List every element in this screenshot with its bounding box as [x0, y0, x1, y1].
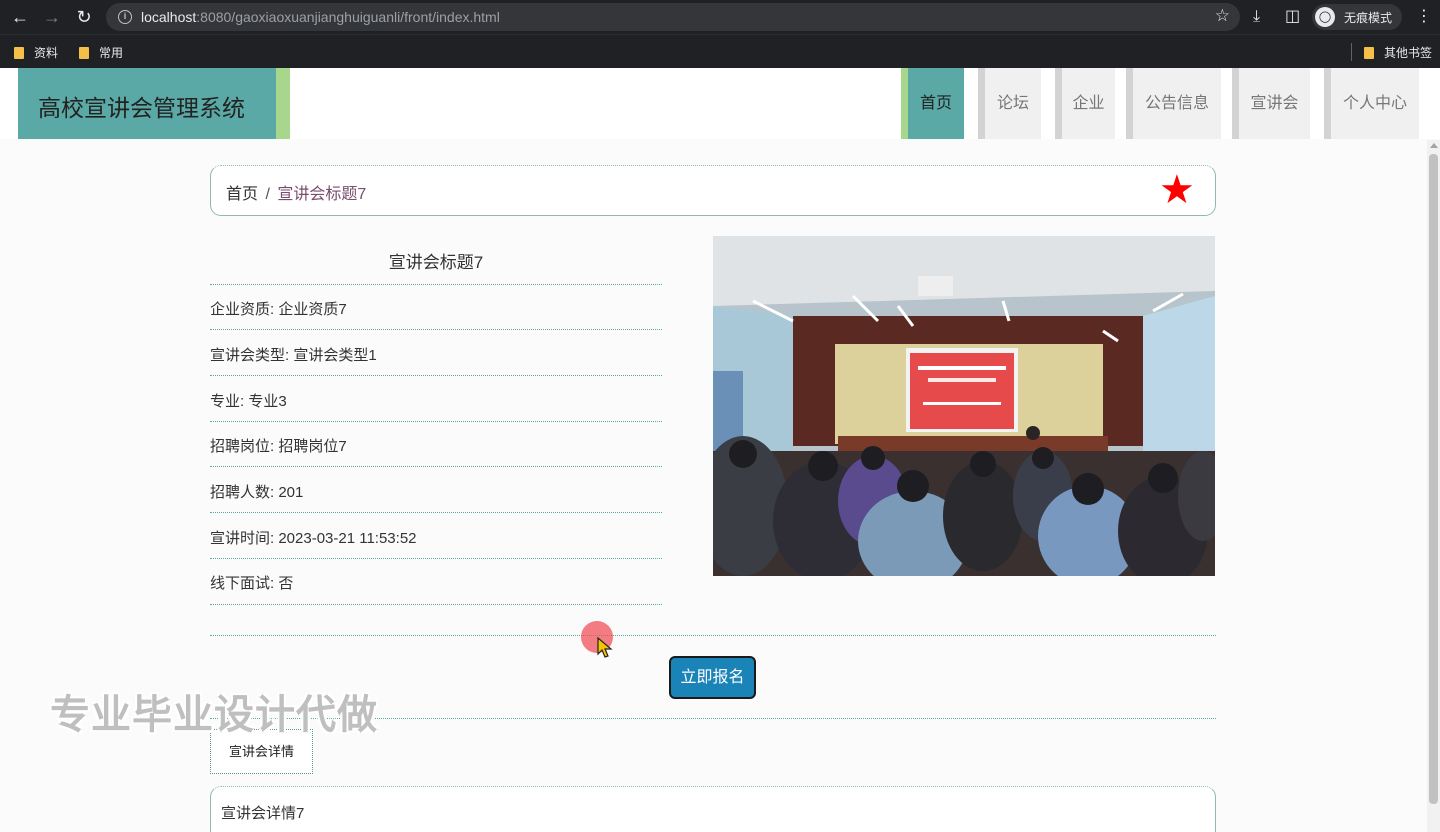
signup-button[interactable]: 立即报名 — [669, 656, 756, 699]
nav-talks[interactable]: 宣讲会 — [1232, 68, 1310, 139]
nav-personal-center[interactable]: 个人中心 — [1324, 68, 1419, 139]
talk-photo — [713, 236, 1215, 576]
folder-icon — [1364, 47, 1374, 59]
menu-icon[interactable]: ⋮ — [1416, 6, 1432, 28]
bookmarks-bar: 资料 常用 其他书签 — [0, 34, 1440, 68]
incognito-label: 无痕模式 — [1344, 11, 1393, 25]
bookmark-folder-changyong[interactable]: 常用 — [79, 44, 123, 61]
divider — [210, 284, 662, 285]
divider — [210, 375, 662, 376]
nav-announcements[interactable]: 公告信息 — [1126, 68, 1221, 139]
breadcrumb-home[interactable]: 首页 — [226, 186, 258, 203]
nav-forum[interactable]: 论坛 — [978, 68, 1041, 139]
talk-title: 宣讲会标题7 — [388, 253, 484, 272]
page: 高校宣讲会管理系统 首页 论坛 企业 公告信息 宣讲会 个人中心 首页 / 宣讲… — [0, 68, 1440, 832]
divider — [210, 512, 662, 513]
url-path: :8080/gaoxiaoxuanjianghuiguanli/front/in… — [196, 9, 500, 25]
divider — [210, 604, 662, 605]
breadcrumb-trail: 首页 / 宣讲会标题7 — [226, 180, 366, 204]
folder-icon — [79, 47, 89, 59]
divider — [210, 329, 662, 330]
download-icon[interactable]: ⤓ — [1253, 6, 1260, 28]
nav-company[interactable]: 企业 — [1055, 68, 1115, 139]
info-row-position: 招聘岗位: 招聘岗位7 — [210, 438, 347, 455]
info-row-time: 宣讲时间: 2023-03-21 11:53:52 — [210, 530, 417, 547]
url-text: localhost:8080/gaoxiaoxuanjianghuiguanli… — [141, 9, 500, 25]
breadcrumb-current: 宣讲会标题7 — [277, 186, 367, 203]
info-row-headcount: 招聘人数: 201 — [210, 484, 304, 501]
info-row-qualification: 企业资质: 企业资质7 — [210, 301, 347, 318]
info-row-offline-interview: 线下面试: 否 — [210, 575, 294, 592]
nav-home[interactable]: 首页 — [901, 68, 964, 139]
site-logo[interactable]: 高校宣讲会管理系统 — [18, 68, 276, 139]
side-panel-icon[interactable]: ◫ — [1285, 6, 1300, 28]
reload-icon[interactable]: ↻ — [73, 6, 95, 28]
scroll-thumb[interactable] — [1429, 154, 1438, 804]
browser-toolbar: ← → ↻ i localhost:8080/gaoxiaoxuanjiangh… — [0, 0, 1440, 34]
logo-accent-bar — [276, 68, 290, 139]
info-row-talk-type: 宣讲会类型: 宣讲会类型1 — [210, 347, 377, 364]
mouse-pointer-icon — [597, 637, 613, 658]
incognito-badge[interactable]: ◯ 无痕模式 — [1312, 4, 1402, 30]
info-row-major: 专业: 专业3 — [210, 393, 287, 410]
site-title: 高校宣讲会管理系统 — [38, 95, 245, 121]
site-info-icon[interactable]: i — [118, 10, 132, 24]
scrollbar[interactable] — [1427, 140, 1440, 832]
bookmark-folder-ziliao[interactable]: 资料 — [14, 44, 58, 61]
breadcrumb-separator: / — [265, 186, 270, 203]
url-host: localhost — [141, 9, 197, 25]
forward-icon[interactable]: → — [41, 6, 63, 28]
scroll-up-icon[interactable] — [1430, 143, 1438, 148]
divider — [210, 558, 662, 559]
detail-panel: 宣讲会详情7 — [210, 786, 1216, 832]
watermark-text: 专业毕业设计代做 — [50, 693, 378, 737]
incognito-icon: ◯ — [1315, 7, 1335, 27]
bookmark-other[interactable]: 其他书签 — [1364, 44, 1432, 61]
divider — [210, 635, 1216, 636]
bookmarks-divider — [1351, 43, 1352, 61]
favorite-star-icon[interactable]: ★ — [1159, 170, 1195, 210]
detail-content: 宣讲会详情7 — [221, 805, 305, 822]
folder-icon — [14, 47, 24, 59]
back-icon[interactable]: ← — [9, 6, 31, 28]
bookmark-star-icon[interactable]: ☆ — [1215, 6, 1230, 26]
address-bar[interactable]: i localhost:8080/gaoxiaoxuanjianghuiguan… — [106, 3, 1240, 31]
divider — [210, 421, 662, 422]
breadcrumb: 首页 / 宣讲会标题7 ★ — [210, 165, 1216, 216]
divider — [210, 466, 662, 467]
